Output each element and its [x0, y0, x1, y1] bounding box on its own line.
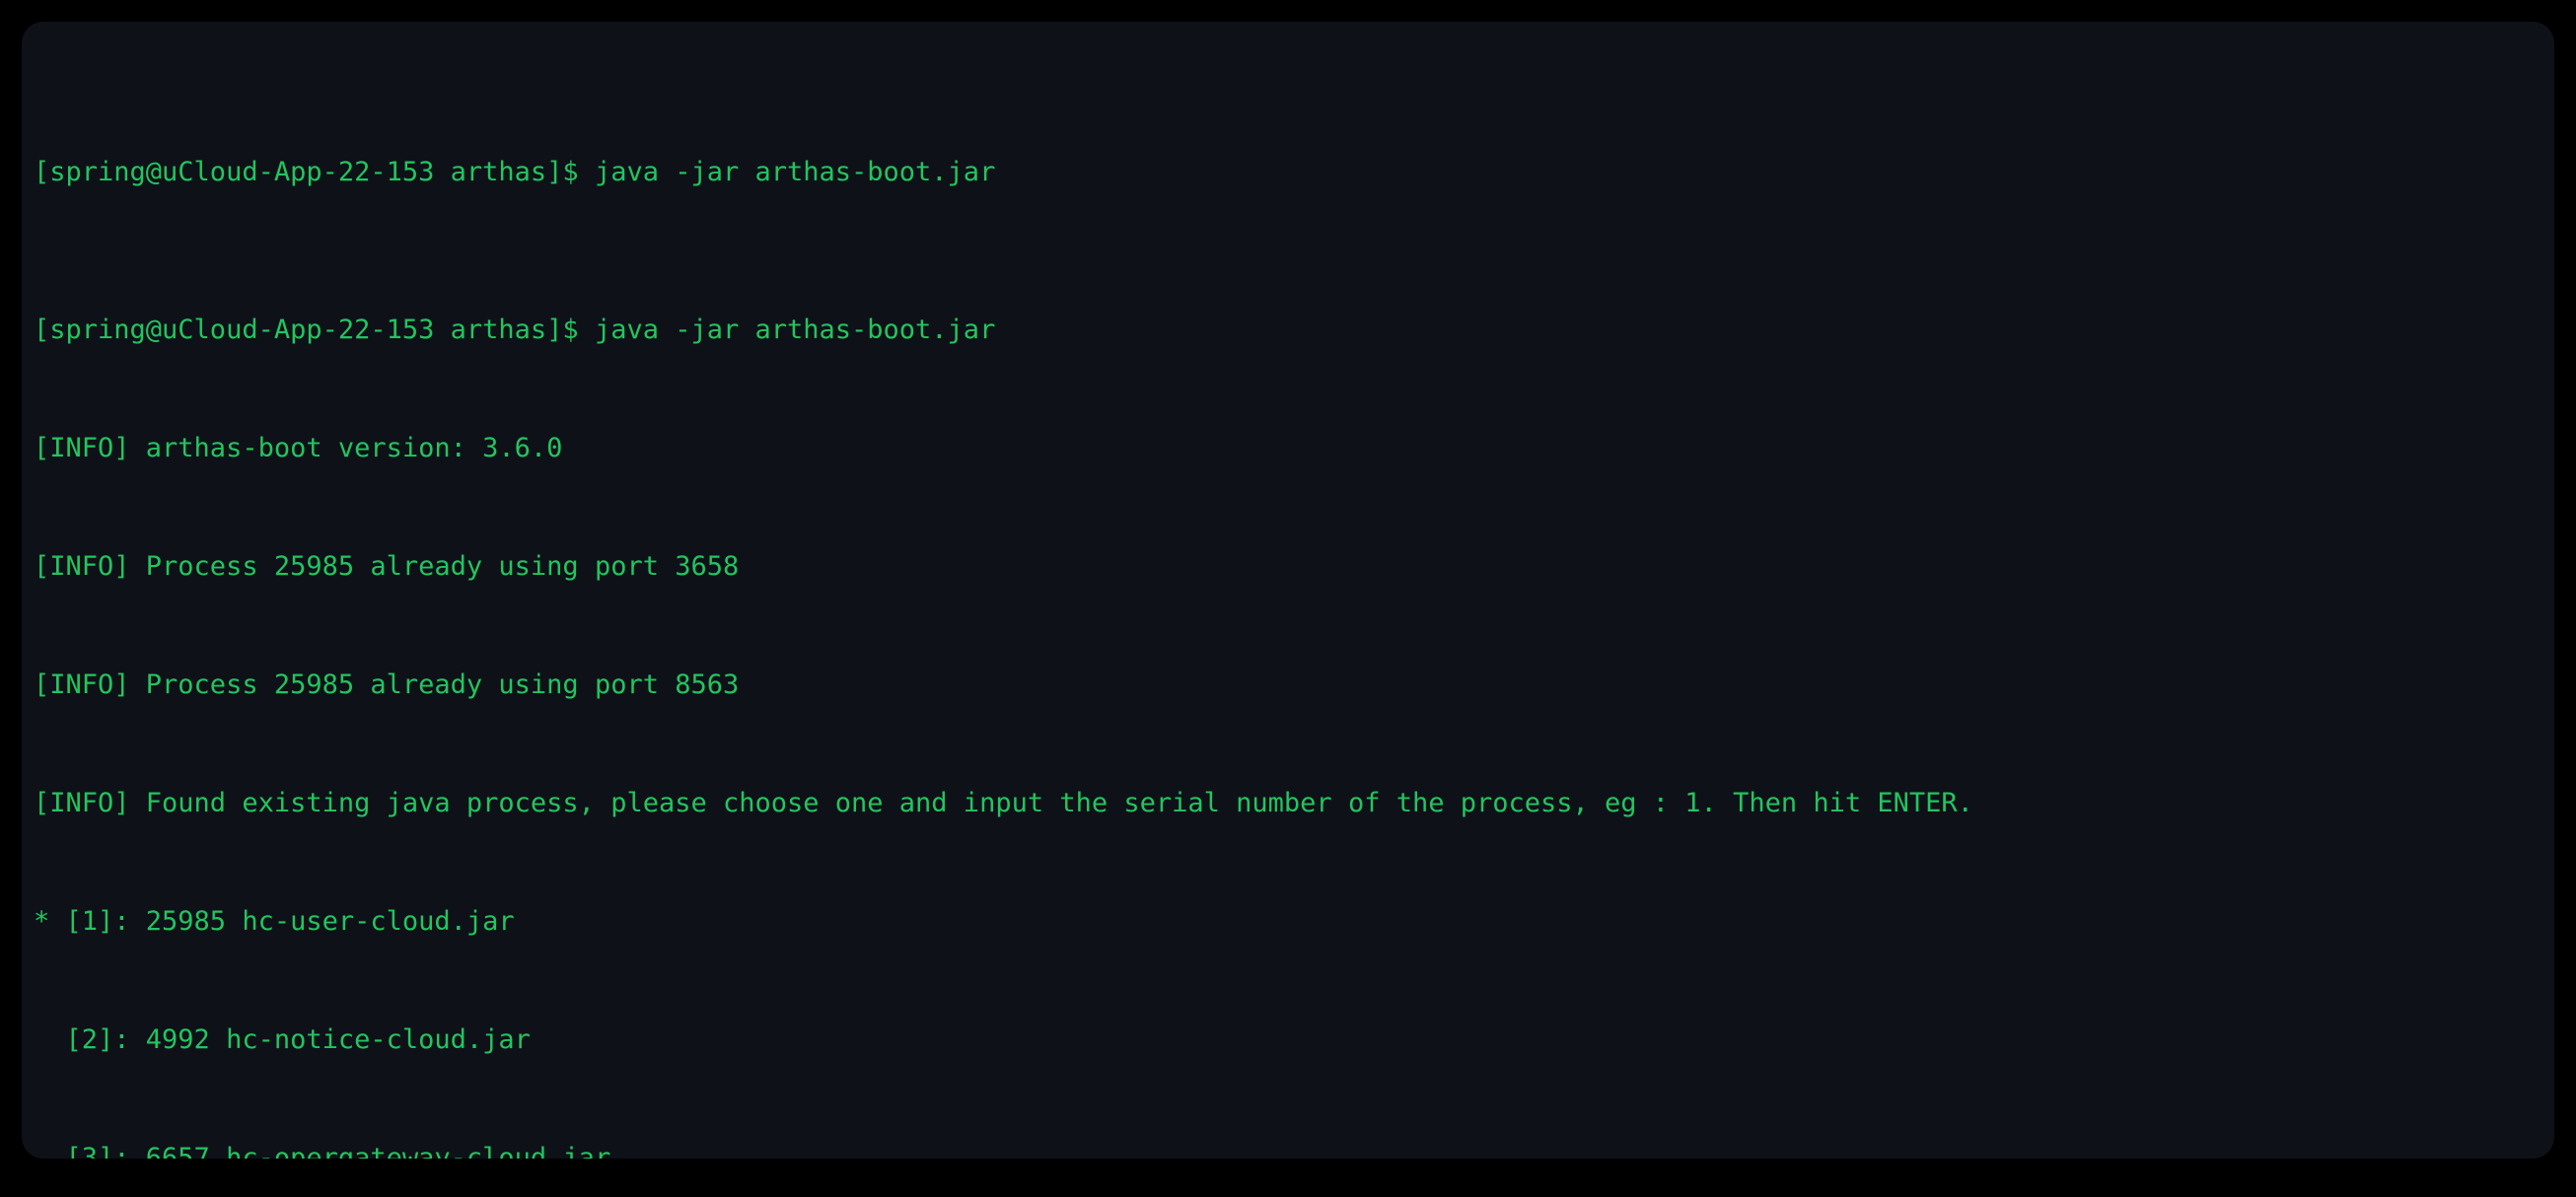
terminal-line: [spring@uCloud-App-22-153 arthas]$ java … — [34, 315, 996, 345]
process-list-item: [3]: 6657 hc-opergateway-cloud.jar — [34, 1143, 611, 1159]
terminal-window[interactable]: [spring@uCloud-App-22-153 arthas]$ java … — [22, 22, 2554, 1159]
terminal-line: [INFO] Found existing java process, plea… — [34, 788, 1973, 818]
process-list-item: * [1]: 25985 hc-user-cloud.jar — [34, 906, 515, 937]
terminal-line: [INFO] Process 25985 already using port … — [34, 669, 740, 700]
terminal-screen[interactable]: [spring@uCloud-App-22-153 arthas]$ java … — [22, 22, 2554, 1159]
scrollback-clipped-line: [spring@uCloud-App-22-153 arthas]$ java … — [34, 157, 996, 187]
terminal-line: [INFO] arthas-boot version: 3.6.0 — [34, 433, 563, 463]
terminal-line: [INFO] Process 25985 already using port … — [34, 551, 740, 582]
terminal-output: [spring@uCloud-App-22-153 arthas]$ java … — [34, 22, 2539, 1159]
process-list-item: [2]: 4992 hc-notice-cloud.jar — [34, 1024, 531, 1055]
